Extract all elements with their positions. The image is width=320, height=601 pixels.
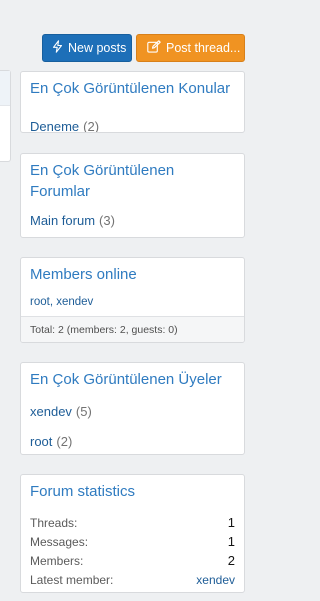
block-title: En Çok Görüntülenen Üyeler: [30, 371, 222, 388]
post-thread-label: Post thread...: [166, 41, 241, 55]
stat-label: Threads:: [30, 515, 78, 530]
block-title: Members online: [30, 266, 137, 283]
forum-statistics-block: Forum statistics Threads: 1 Messages: 1 …: [20, 474, 245, 593]
stat-row: Latest member: xendev: [21, 572, 244, 587]
latest-member-link[interactable]: xendev: [196, 573, 235, 587]
stat-row: Threads: 1: [21, 515, 244, 530]
stat-label: Latest member:: [30, 572, 114, 587]
list-item: Deneme (2): [21, 115, 244, 133]
members-online-block: Members online root, xendev Total: 2 (me…: [20, 257, 245, 343]
list-item: xendev (5): [21, 400, 244, 422]
edit-icon: [147, 40, 161, 56]
block-title: En Çok Görüntülenen Forumlar: [21, 154, 244, 202]
list-item: root (2): [21, 430, 244, 452]
member-link[interactable]: xendev: [30, 404, 72, 419]
stat-row: Members: 2: [21, 553, 244, 568]
online-total: Total: 2 (members: 2, guests: 0): [21, 316, 244, 342]
block-title-line2: Forumlar: [30, 183, 91, 200]
post-thread-button[interactable]: Post thread...: [136, 34, 245, 62]
list-item: Main forum (3): [21, 209, 244, 231]
new-posts-label: New posts: [68, 41, 127, 55]
bolt-icon: [52, 40, 63, 56]
block-title-line1: En Çok Görüntülenen: [30, 162, 175, 179]
view-count: (3): [99, 212, 115, 228]
main-content-edge: [0, 70, 11, 162]
stat-label: Messages:: [30, 534, 89, 549]
member-link[interactable]: root: [30, 434, 52, 449]
view-count: (5): [75, 403, 92, 419]
new-posts-button[interactable]: New posts: [42, 34, 132, 62]
main-content-highlight: [0, 71, 10, 106]
thread-link[interactable]: Deneme: [30, 119, 79, 133]
online-members-list[interactable]: root, xendev: [21, 296, 244, 308]
most-viewed-members-block: En Çok Görüntülenen Üyeler xendev (5) ro…: [20, 362, 245, 455]
forum-link[interactable]: Main forum: [30, 213, 95, 228]
block-title: En Çok Görüntülenen Konular: [30, 80, 231, 97]
stat-label: Members:: [30, 553, 84, 568]
most-viewed-threads-block: En Çok Görüntülenen Konular Deneme (2): [20, 71, 245, 133]
view-count: (2): [83, 118, 100, 133]
stat-value: 1: [227, 515, 235, 530]
most-viewed-forums-block: En Çok Görüntülenen Forumlar Main forum …: [20, 153, 245, 238]
stat-row: Messages: 1: [21, 534, 244, 549]
stat-value: 2: [227, 553, 235, 568]
stat-value: 1: [227, 534, 235, 549]
view-count: (2): [56, 433, 73, 449]
block-title: Forum statistics: [30, 483, 136, 500]
